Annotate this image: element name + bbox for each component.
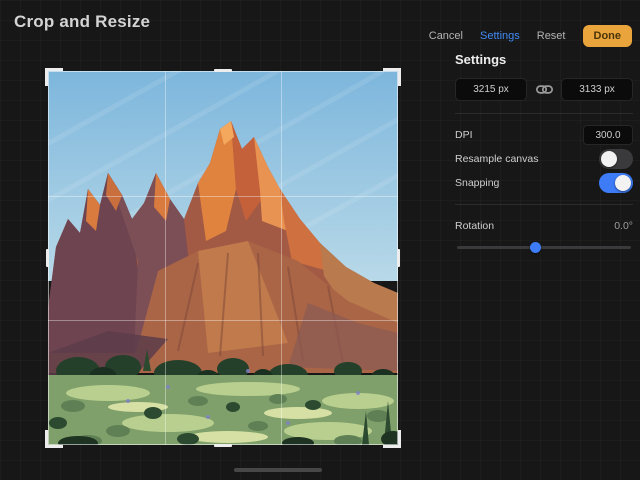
toolbar: Cancel Settings Reset Done (429, 25, 632, 47)
height-field[interactable]: 3133 px (561, 78, 633, 101)
crop-handle-top[interactable] (214, 69, 232, 72)
page-title: Crop and Resize (14, 12, 151, 31)
rotation-value: 0.0° (614, 220, 633, 232)
cancel-button[interactable]: Cancel (429, 30, 463, 42)
grid-line-horizontal-1 (48, 195, 398, 197)
divider (455, 113, 633, 114)
toggle-knob (601, 151, 617, 167)
dimensions-row: 3215 px 3133 px (455, 78, 633, 101)
slider-thumb[interactable] (529, 242, 541, 253)
snapping-toggle[interactable] (599, 173, 633, 193)
rotation-row: Rotation 0.0° (455, 214, 633, 238)
crop-overlay (45, 68, 401, 448)
resample-row: Resample canvas (455, 147, 633, 171)
crop-border (48, 71, 398, 445)
resample-label: Resample canvas (455, 153, 539, 165)
dpi-label: DPI (455, 129, 473, 141)
reset-button[interactable]: Reset (537, 30, 566, 42)
dpi-value-field[interactable]: 300.0 (583, 125, 633, 145)
slider-track[interactable] (457, 246, 631, 249)
link-icon (535, 85, 553, 94)
toggle-knob (615, 175, 631, 191)
home-indicator[interactable] (234, 468, 322, 472)
settings-panel: Settings 3215 px 3133 px DPI 300.0 Resam… (455, 52, 633, 254)
divider (455, 204, 633, 205)
crop-handle-bottom-left[interactable] (45, 430, 63, 448)
crop-handle-bottom[interactable] (214, 444, 232, 447)
canvas-area[interactable] (45, 68, 401, 448)
crop-handle-right[interactable] (397, 249, 400, 267)
rotation-label: Rotation (455, 220, 495, 232)
settings-button[interactable]: Settings (480, 30, 520, 42)
aspect-link-button[interactable] (532, 84, 556, 95)
done-button[interactable]: Done (582, 25, 632, 47)
crop-handle-left[interactable] (46, 249, 49, 267)
crop-handle-bottom-right[interactable] (383, 430, 401, 448)
crop-handle-top-left[interactable] (45, 68, 63, 86)
dpi-row: DPI 300.0 (455, 123, 633, 147)
grid-line-vertical-1 (164, 71, 166, 445)
crop-handle-top-right[interactable] (383, 68, 401, 86)
grid-line-horizontal-2 (48, 320, 398, 322)
rotation-slider[interactable] (455, 240, 633, 254)
snapping-row: Snapping (455, 171, 633, 195)
width-field[interactable]: 3215 px (455, 78, 527, 101)
snapping-label: Snapping (455, 177, 500, 189)
grid-line-vertical-2 (281, 71, 283, 445)
settings-heading: Settings (455, 52, 507, 67)
resample-toggle[interactable] (599, 149, 633, 169)
